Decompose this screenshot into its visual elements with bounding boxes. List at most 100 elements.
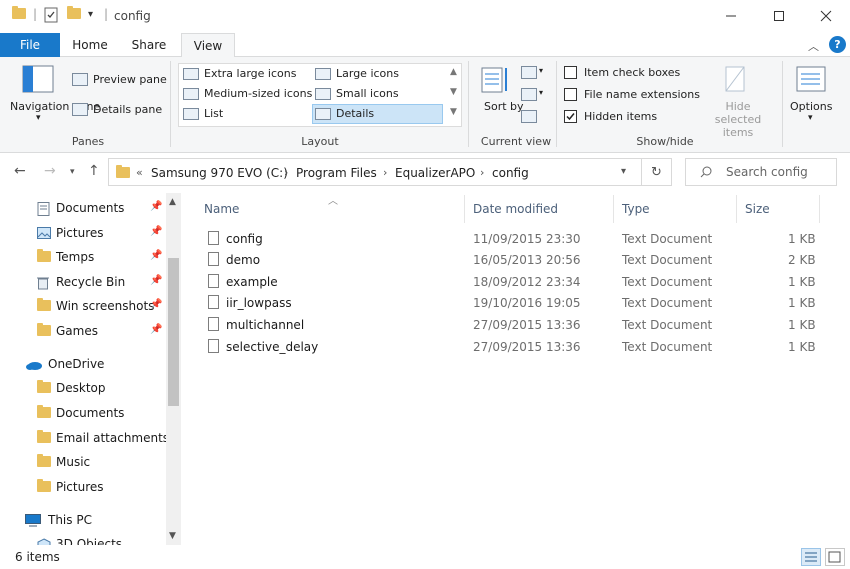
help-icon[interactable]: ? — [829, 36, 846, 53]
recent-locations-icon[interactable]: ▾ — [70, 167, 75, 177]
breadcrumb-drive[interactable]: Samsung 970 EVO (C:) — [151, 166, 288, 180]
separator: | — [104, 7, 109, 21]
nav-item-onedrive-documents[interactable]: Documents — [0, 402, 165, 424]
new-folder-icon[interactable] — [67, 6, 81, 19]
properties-icon[interactable] — [44, 7, 58, 23]
nav-item-onedrive[interactable]: OneDrive — [0, 353, 165, 375]
close-icon[interactable] — [803, 0, 849, 32]
pin-icon[interactable]: 📌 — [150, 226, 162, 237]
search-input[interactable]: Search config — [685, 158, 837, 186]
tab-view[interactable]: View — [181, 33, 235, 58]
options-icon[interactable] — [796, 66, 826, 97]
preview-pane-button[interactable]: Preview pane — [93, 73, 167, 86]
file-row[interactable]: multichannel 27/09/2015 13:36 Text Docum… — [204, 314, 816, 335]
pin-icon[interactable]: 📌 — [150, 201, 162, 212]
item-check-boxes-checkbox[interactable] — [564, 66, 577, 79]
nav-item-temps[interactable]: Temps 📌 — [0, 246, 165, 268]
folder-icon[interactable] — [12, 6, 26, 19]
large-icons-icon — [315, 68, 331, 80]
gallery-scroll-down-icon[interactable]: ▼ — [450, 87, 457, 97]
window-title: config — [114, 9, 151, 23]
column-header-type[interactable]: Type — [622, 202, 650, 216]
file-row[interactable]: config 11/09/2015 23:30 Text Document 1 … — [204, 228, 816, 249]
nav-item-email-attachments[interactable]: Email attachments — [0, 427, 169, 449]
column-header-size[interactable]: Size — [745, 202, 770, 216]
file-date: 19/10/2016 19:05 — [473, 296, 581, 310]
file-row[interactable]: selective_delay 27/09/2015 13:36 Text Do… — [204, 336, 816, 357]
up-arrow-icon[interactable]: ↑ — [88, 163, 100, 179]
file-size: 1 KB — [788, 318, 816, 332]
column-divider[interactable] — [736, 195, 737, 223]
options-button[interactable]: Options — [790, 100, 832, 113]
nav-item-desktop[interactable]: Desktop — [0, 377, 165, 399]
scroll-up-icon[interactable]: ▲ — [169, 197, 176, 207]
file-name-extensions-checkbox[interactable] — [564, 88, 577, 101]
size-columns-icon[interactable] — [521, 110, 537, 123]
layout-list[interactable]: List — [204, 107, 223, 120]
sort-by-icon[interactable] — [481, 65, 511, 98]
pin-icon[interactable]: 📌 — [150, 324, 162, 335]
file-row[interactable]: demo 16/05/2013 20:56 Text Document 2 KB — [204, 249, 816, 270]
navigation-pane-icon[interactable] — [22, 65, 54, 96]
layout-details[interactable]: Details — [336, 107, 374, 120]
tab-home[interactable]: Home — [70, 33, 110, 57]
breadcrumb-equalizerapo[interactable]: EqualizerAPO — [395, 166, 475, 180]
address-bar[interactable]: « Samsung 970 EVO (C:) › Program Files ›… — [108, 158, 642, 186]
layout-extra-large-icons[interactable]: Extra large icons — [204, 67, 296, 80]
hidden-items-checkbox[interactable] — [564, 110, 577, 123]
nav-item-onedrive-pictures[interactable]: Pictures — [0, 476, 165, 498]
forward-arrow-icon[interactable]: → — [44, 163, 56, 179]
breadcrumb-overflow[interactable]: « — [136, 166, 143, 179]
layout-small-icons[interactable]: Small icons — [336, 87, 399, 100]
nav-item-pictures[interactable]: Pictures 📌 — [0, 222, 165, 244]
scroll-down-icon[interactable]: ▼ — [169, 531, 176, 541]
address-dropdown-icon[interactable]: ▾ — [621, 166, 626, 177]
customize-qat-icon[interactable]: ▾ — [88, 9, 93, 20]
layout-large-icons[interactable]: Large icons — [336, 67, 399, 80]
column-header-date-modified[interactable]: Date modified — [473, 202, 558, 216]
text-document-icon — [208, 339, 219, 353]
add-columns-icon[interactable] — [521, 88, 537, 101]
column-header-name[interactable]: Name — [204, 202, 239, 216]
divider — [170, 61, 171, 147]
pin-icon[interactable]: 📌 — [150, 275, 162, 286]
refresh-icon[interactable]: ↻ — [642, 158, 672, 186]
nav-item-win-screenshots[interactable]: Win screenshots 📌 — [0, 295, 165, 317]
breadcrumb-config[interactable]: config — [492, 166, 529, 180]
tab-share[interactable]: Share — [128, 33, 170, 57]
sort-by-button[interactable]: Sort by — [484, 100, 524, 113]
nav-item-documents[interactable]: Documents 📌 — [0, 197, 165, 219]
file-row[interactable]: example 18/09/2012 23:34 Text Document 1… — [204, 271, 816, 292]
nav-item-music[interactable]: Music — [0, 451, 165, 473]
back-arrow-icon[interactable]: ← — [14, 163, 26, 179]
expand-ribbon-icon[interactable]: ︿ — [808, 38, 819, 54]
column-divider[interactable] — [464, 195, 465, 223]
nav-item-recycle-bin[interactable]: Recycle Bin 📌 — [0, 271, 165, 293]
text-document-icon — [208, 252, 219, 266]
nav-item-this-pc[interactable]: This PC — [0, 509, 165, 531]
details-view-icon[interactable] — [801, 548, 821, 566]
large-icons-view-icon[interactable] — [825, 548, 845, 566]
layout-medium-icons[interactable]: Medium-sized icons — [204, 87, 312, 100]
column-divider[interactable] — [613, 195, 614, 223]
group-by-icon[interactable] — [521, 66, 537, 79]
maximize-icon[interactable] — [756, 0, 802, 32]
gallery-scroll-up-icon[interactable]: ▲ — [450, 67, 457, 77]
separator: | — [33, 7, 38, 21]
tab-file[interactable]: File — [0, 33, 60, 57]
gallery-expand-icon[interactable]: ▼ — [450, 107, 457, 117]
file-name: config — [226, 232, 263, 246]
nav-scrollbar-thumb[interactable] — [168, 258, 179, 406]
minimize-icon[interactable] — [708, 0, 754, 32]
details-pane-button[interactable]: Details pane — [93, 103, 162, 116]
title-bar: | ▾ | config — [0, 0, 850, 33]
nav-item-games[interactable]: Games 📌 — [0, 320, 165, 342]
nav-item-3d-objects[interactable]: 3D Objects — [0, 533, 165, 545]
breadcrumb-program-files[interactable]: Program Files — [296, 166, 377, 180]
file-row[interactable]: iir_lowpass 19/10/2016 19:05 Text Docume… — [204, 292, 816, 313]
file-name: multichannel — [226, 318, 305, 332]
column-divider[interactable] — [819, 195, 820, 223]
pin-icon[interactable]: 📌 — [150, 250, 162, 261]
hide-selected-items-button[interactable]: Hide selected items — [703, 100, 773, 139]
pin-icon[interactable]: 📌 — [150, 299, 162, 310]
